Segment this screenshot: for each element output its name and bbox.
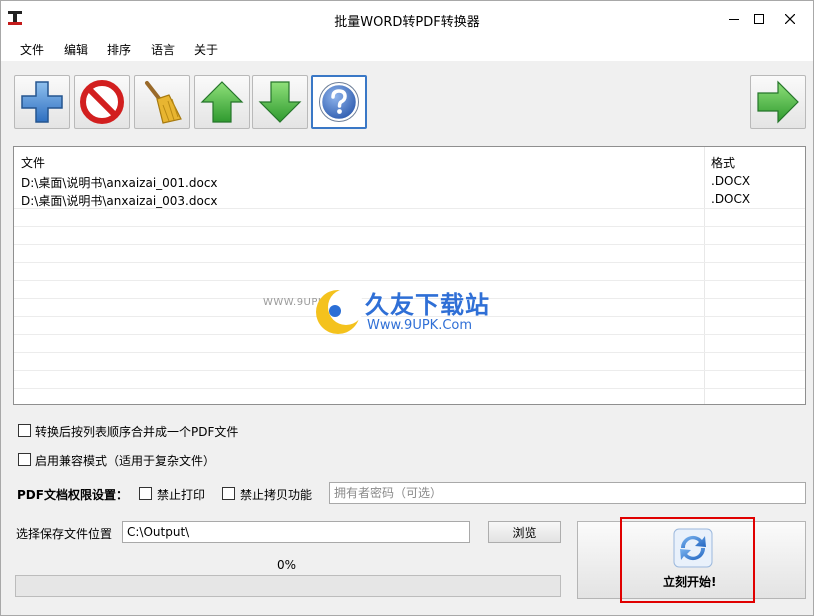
table-row[interactable]: D:\桌面\说明书\anxaizai_001.docx .DOCX <box>14 173 805 191</box>
row-divider <box>14 370 805 371</box>
menu-sort[interactable]: 排序 <box>107 41 131 58</box>
close-icon <box>785 14 795 24</box>
progress-percent: 0% <box>277 558 297 572</box>
question-icon <box>319 82 359 122</box>
browse-button[interactable]: 浏览 <box>488 521 561 543</box>
no-print-checkbox[interactable] <box>139 487 152 500</box>
output-path-input[interactable] <box>122 521 470 543</box>
file-path-cell: D:\桌面\说明书\anxaizai_001.docx <box>21 176 218 190</box>
app-window: 批量WORD转PDF转换器 文件 编辑 排序 语言 关于 文件 格式 D:\桌面… <box>0 0 814 616</box>
merge-checkbox[interactable] <box>18 424 31 437</box>
no-copy-checkbox[interactable] <box>222 487 235 500</box>
title-bar: 批量WORD转PDF转换器 <box>1 1 813 37</box>
no-copy-label: 禁止拷贝功能 <box>240 488 313 502</box>
owner-password-input[interactable] <box>329 482 806 504</box>
broom-icon <box>145 81 182 124</box>
row-divider <box>14 226 805 227</box>
row-divider <box>14 244 805 245</box>
refresh-icon <box>673 528 713 568</box>
menu-edit[interactable]: 编辑 <box>64 41 88 58</box>
arrow-up-icon <box>200 81 244 123</box>
column-header-format[interactable]: 格式 <box>711 154 735 171</box>
file-format-cell: .DOCX <box>711 192 751 206</box>
output-location-label: 选择保存文件位置 <box>16 527 113 541</box>
row-divider <box>14 208 805 209</box>
row-divider <box>14 262 805 263</box>
progress-bar <box>15 575 561 597</box>
remove-file-button[interactable] <box>74 75 130 129</box>
maximize-icon <box>754 14 764 24</box>
list-header: 文件 格式 <box>14 147 805 173</box>
row-divider <box>14 316 805 317</box>
move-up-button[interactable] <box>194 75 250 129</box>
next-button[interactable] <box>750 75 806 129</box>
column-header-file[interactable]: 文件 <box>21 154 45 171</box>
file-path-cell: D:\桌面\说明书\anxaizai_003.docx <box>21 194 218 208</box>
help-button[interactable] <box>311 75 367 129</box>
row-divider <box>14 334 805 335</box>
move-down-button[interactable] <box>252 75 308 129</box>
menu-file[interactable]: 文件 <box>20 41 44 58</box>
no-sign-icon <box>80 80 124 124</box>
minimize-icon <box>729 19 739 20</box>
file-format-cell: .DOCX <box>711 174 751 188</box>
compat-mode-checkbox[interactable] <box>18 453 31 466</box>
merge-label: 转换后按列表顺序合并成一个PDF文件 <box>35 425 239 439</box>
file-list[interactable]: 文件 格式 D:\桌面\说明书\anxaizai_001.docx .DOCX … <box>13 146 806 405</box>
row-divider <box>14 352 805 353</box>
row-divider <box>14 298 805 299</box>
close-button[interactable] <box>767 1 813 37</box>
menu-language[interactable]: 语言 <box>151 41 175 58</box>
arrow-down-icon <box>258 81 302 123</box>
menu-bar: 文件 编辑 排序 语言 关于 <box>1 37 813 61</box>
compat-mode-label: 启用兼容模式（适用于复杂文件） <box>35 454 216 468</box>
menu-about[interactable]: 关于 <box>194 41 218 58</box>
table-row[interactable]: D:\桌面\说明书\anxaizai_003.docx .DOCX <box>14 191 805 209</box>
arrow-right-icon <box>757 80 799 124</box>
add-files-button[interactable] <box>14 75 70 129</box>
plus-icon <box>21 81 63 123</box>
permissions-label: PDF文档权限设置： <box>17 488 128 502</box>
row-divider <box>14 388 805 389</box>
row-divider <box>14 280 805 281</box>
window-title: 批量WORD转PDF转换器 <box>334 15 480 30</box>
no-print-label: 禁止打印 <box>157 488 206 502</box>
start-label: 立刻开始! <box>663 575 717 589</box>
clear-list-button[interactable] <box>134 75 190 129</box>
